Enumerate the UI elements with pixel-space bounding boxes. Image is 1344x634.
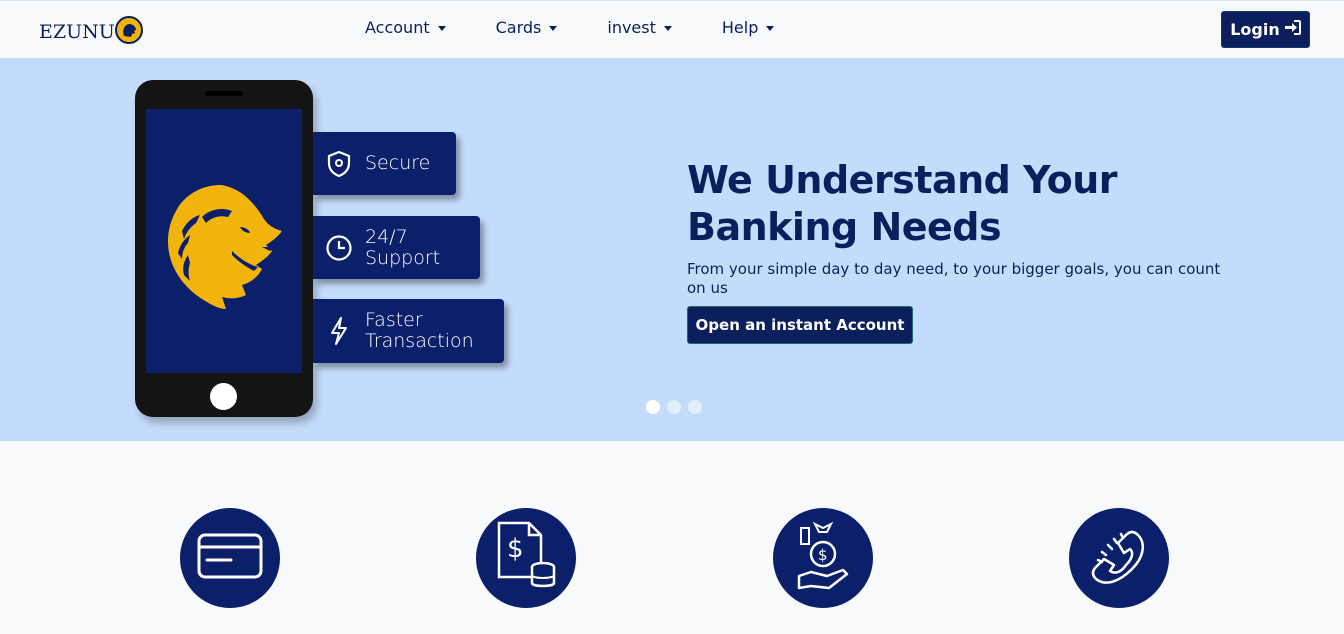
carousel-dot-1[interactable] bbox=[646, 400, 660, 414]
feature-line: Transaction bbox=[365, 330, 474, 352]
feature-line: 24/7 bbox=[365, 225, 408, 248]
caret-down-icon bbox=[663, 26, 672, 31]
nav-account-label: Account bbox=[365, 18, 430, 37]
service-loans[interactable]: $ bbox=[773, 508, 873, 608]
phone-screen bbox=[146, 109, 302, 373]
nav-invest-label: invest bbox=[607, 18, 656, 37]
navbar: EZUNU Account Cards invest Help Login bbox=[0, 0, 1344, 58]
feature-secure: Secure bbox=[313, 132, 456, 195]
feature-support: 24/7 Support bbox=[313, 216, 480, 279]
brand[interactable]: EZUNU bbox=[39, 16, 143, 48]
feature-line: Secure bbox=[365, 152, 431, 174]
phone-home-button bbox=[210, 383, 237, 410]
caret-down-icon bbox=[549, 26, 558, 31]
login-button[interactable]: Login bbox=[1221, 11, 1310, 48]
carousel-dot-3[interactable] bbox=[688, 400, 702, 414]
clock-icon bbox=[313, 234, 365, 262]
login-label: Login bbox=[1230, 20, 1280, 39]
credit-card-icon bbox=[197, 533, 263, 583]
lightning-icon bbox=[313, 316, 365, 346]
svg-text:$: $ bbox=[507, 534, 524, 564]
feature-secure-text: Secure bbox=[365, 153, 430, 174]
carousel-dot-2[interactable] bbox=[667, 400, 681, 414]
lion-head-icon bbox=[168, 185, 282, 309]
phone-illustration bbox=[135, 80, 313, 417]
hero-carousel: Secure 24/7 Support Faster Transaction W… bbox=[0, 58, 1344, 441]
hero-title-line: Banking Needs bbox=[687, 205, 1002, 249]
service-invest[interactable]: $ bbox=[476, 508, 576, 608]
nav-help-label: Help bbox=[721, 18, 759, 37]
sign-in-icon bbox=[1280, 20, 1301, 39]
nav-cards-label: Cards bbox=[495, 18, 542, 37]
feature-faster-text: Faster Transaction bbox=[365, 310, 474, 352]
nav-account[interactable]: Account bbox=[365, 18, 446, 37]
phone-speaker bbox=[205, 91, 243, 96]
svg-text:$: $ bbox=[818, 546, 828, 564]
main-nav: Account Cards invest Help bbox=[365, 18, 824, 37]
feature-line: Support bbox=[365, 246, 441, 269]
nav-cards[interactable]: Cards bbox=[496, 18, 558, 37]
invoice-coins-icon: $ bbox=[495, 521, 557, 595]
shield-icon bbox=[313, 150, 365, 178]
money-bag-hand-icon: $ bbox=[797, 520, 849, 596]
caret-down-icon bbox=[437, 26, 446, 31]
telephone-icon bbox=[1086, 523, 1152, 593]
service-help[interactable] bbox=[1069, 508, 1169, 608]
feature-support-text: 24/7 Support bbox=[365, 225, 441, 269]
brand-name: EZUNU bbox=[39, 21, 115, 43]
service-cards[interactable] bbox=[180, 508, 280, 608]
hero-subtitle: From your simple day to day need, to you… bbox=[687, 260, 1221, 297]
open-account-button[interactable]: Open an instant Account bbox=[687, 306, 913, 344]
caret-down-icon bbox=[766, 26, 775, 31]
hero-title: We Understand Your Banking Needs bbox=[687, 157, 1207, 251]
lion-logo-icon bbox=[114, 16, 143, 48]
feature-line: Faster bbox=[365, 309, 423, 331]
carousel-indicators bbox=[646, 400, 709, 414]
nav-help[interactable]: Help bbox=[721, 18, 775, 37]
nav-invest[interactable]: invest bbox=[607, 18, 672, 37]
feature-faster: Faster Transaction bbox=[313, 299, 504, 363]
hero-title-line: We Understand Your bbox=[687, 158, 1118, 202]
